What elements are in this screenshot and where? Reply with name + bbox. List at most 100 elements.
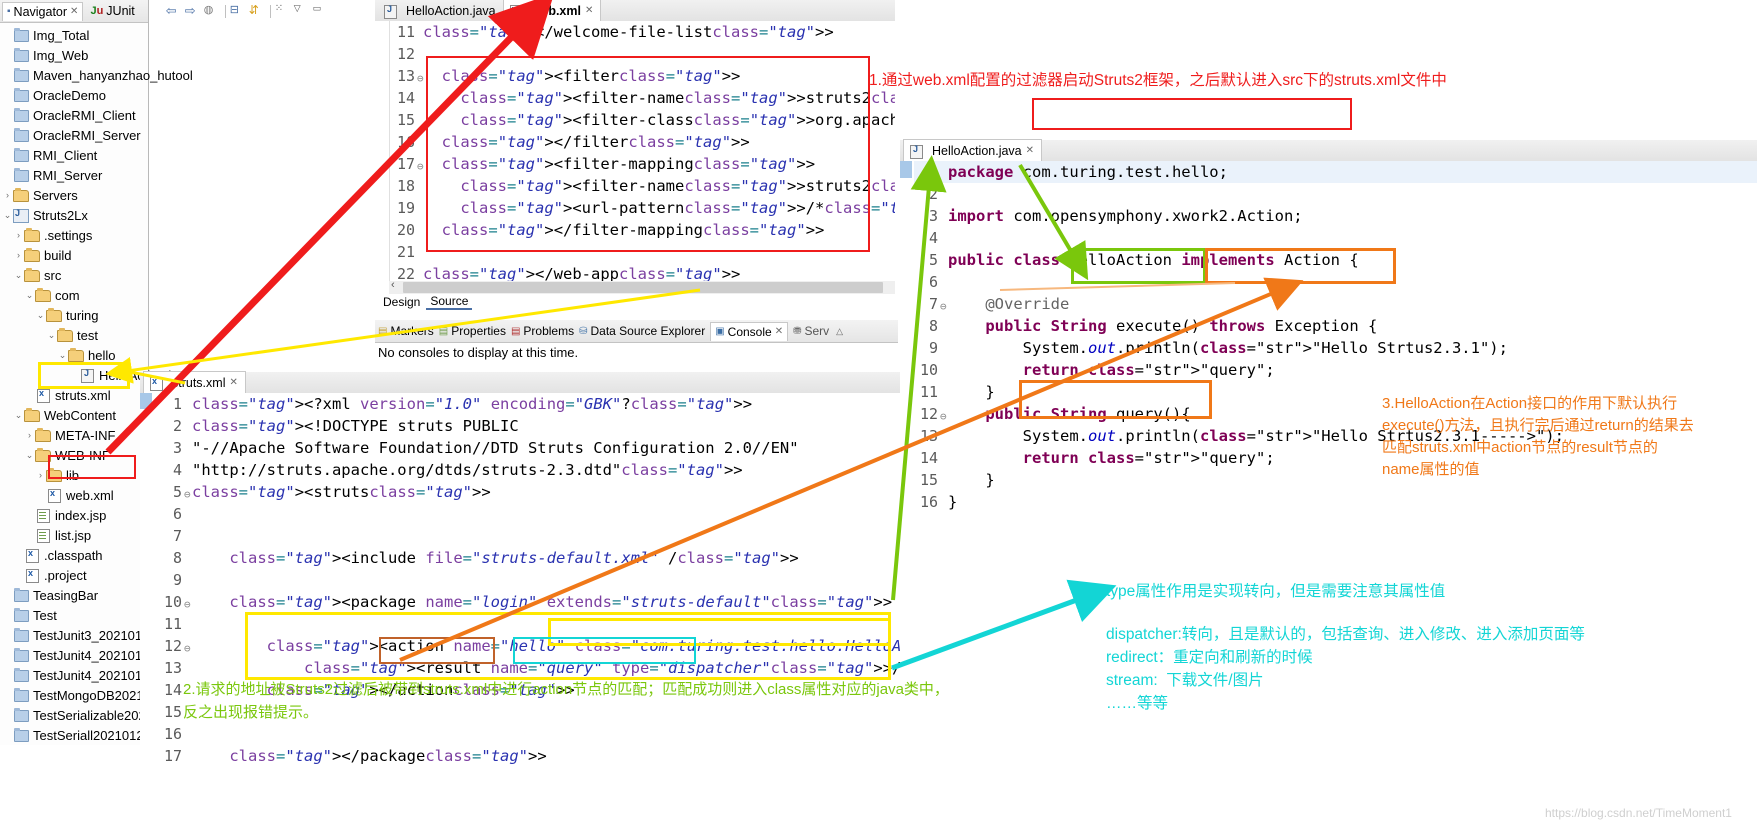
tree-item-list-jsp[interactable]: list.jsp bbox=[0, 525, 148, 545]
line-number: 13 bbox=[919, 427, 938, 445]
tree-item-webcontent[interactable]: ⌄ WebContent bbox=[0, 405, 148, 425]
expand-arrow-icon[interactable]: ⌄ bbox=[57, 350, 68, 361]
fold-toggle-icon[interactable]: ⊖ bbox=[184, 638, 191, 660]
close-icon[interactable]: ✕ bbox=[585, 5, 593, 16]
tree-item-com[interactable]: ⌄ com bbox=[0, 285, 148, 305]
folder-icon bbox=[13, 628, 29, 642]
fold-toggle-icon[interactable]: ⊖ bbox=[184, 484, 191, 506]
junit-icon: Ju bbox=[90, 5, 104, 17]
fold-toggle-icon[interactable]: ⊖ bbox=[940, 296, 947, 318]
code-text: class="tag"><include file="struts-defaul… bbox=[229, 549, 799, 567]
expand-arrow-icon[interactable]: › bbox=[13, 250, 24, 260]
tab-markers[interactable]: ▤ Markers bbox=[378, 324, 434, 338]
result-type-attr-box bbox=[513, 637, 696, 664]
view-menu-icon[interactable]: ⁙ bbox=[275, 3, 292, 19]
collapse-all-icon[interactable]: ⊟ bbox=[230, 3, 247, 19]
expand-arrow-icon[interactable]: ⌄ bbox=[13, 270, 24, 281]
fold-toggle-icon[interactable]: ⊖ bbox=[940, 406, 947, 428]
note-3-line2: execute()方法，且执行完后通过return的结果去 bbox=[1382, 417, 1694, 434]
tree-item-testmongodb2021[interactable]: TestMongoDB2021 bbox=[0, 685, 148, 705]
tab-console[interactable]: ▣ Console ✕ bbox=[710, 321, 789, 341]
tree-item--settings[interactable]: › .settings bbox=[0, 225, 148, 245]
tab-web-xml[interactable]: web.xml ✕ bbox=[502, 0, 602, 22]
tab-source[interactable]: Source bbox=[426, 294, 473, 310]
line-number: 14 bbox=[919, 449, 938, 467]
note-5-line4: ……等等 bbox=[1106, 695, 1169, 712]
tab-navigator[interactable]: ▪ Navigator ✕ bbox=[2, 1, 84, 21]
webxml-hscrollbar[interactable]: ‹ bbox=[389, 279, 895, 294]
tree-item--classpath[interactable]: .classpath bbox=[0, 545, 148, 565]
tree-item-oraclermi-server[interactable]: OracleRMI_Server bbox=[0, 125, 148, 145]
tree-item-img-web[interactable]: Img_Web bbox=[0, 45, 148, 65]
forward-arrow-icon[interactable]: ⇨ bbox=[185, 3, 202, 19]
expand-arrow-icon[interactable]: ⌄ bbox=[35, 310, 46, 321]
jsp-file-icon bbox=[35, 528, 51, 543]
tree-item-teasingbar[interactable]: TeasingBar bbox=[0, 585, 148, 605]
expand-arrow-icon[interactable]: ⌄ bbox=[13, 410, 24, 421]
tree-item-rmi-client[interactable]: RMI_Client bbox=[0, 145, 148, 165]
line-number: 11 bbox=[396, 23, 415, 41]
tab-problems-label: Problems bbox=[523, 324, 575, 338]
expand-arrow-icon[interactable]: › bbox=[24, 430, 35, 440]
tab-design[interactable]: Design bbox=[379, 295, 424, 309]
view-restore-icon[interactable]: △ bbox=[836, 326, 843, 337]
expand-arrow-icon[interactable]: › bbox=[35, 470, 46, 480]
link-icon[interactable]: ⇵ bbox=[249, 3, 266, 19]
tree-item-index-jsp[interactable]: index.jsp bbox=[0, 505, 148, 525]
tab-servers[interactable]: ⛃ Serv bbox=[793, 324, 829, 338]
tab-data-source-explorer[interactable]: ⛁ Data Source Explorer bbox=[579, 324, 705, 338]
tree-item-servers[interactable]: › Servers bbox=[0, 185, 148, 205]
tree-item-testseriall2021012[interactable]: TestSeriall2021012 bbox=[0, 725, 148, 745]
tree-item-testserializable202[interactable]: TestSerializable202 bbox=[0, 705, 148, 725]
close-icon[interactable]: ✕ bbox=[1026, 145, 1034, 156]
link-with-editor-icon[interactable]: ◍ bbox=[204, 3, 221, 19]
tab-properties[interactable]: ▤ Properties bbox=[439, 324, 506, 338]
line-number: 20 bbox=[396, 221, 415, 239]
expand-arrow-icon[interactable]: › bbox=[2, 190, 13, 200]
close-icon[interactable]: ✕ bbox=[229, 377, 237, 388]
tree-item-oracledemo[interactable]: OracleDemo bbox=[0, 85, 148, 105]
tree-item-testjunit4-2021012[interactable]: TestJunit4_2021012 bbox=[0, 645, 149, 665]
minimize-icon[interactable]: ▽ bbox=[294, 3, 311, 19]
maximize-icon[interactable]: ▭ bbox=[313, 3, 330, 19]
open-folder-icon bbox=[24, 268, 40, 282]
tree-item-web-xml[interactable]: web.xml bbox=[0, 485, 148, 505]
tree-item-rmi-server[interactable]: RMI_Server bbox=[0, 165, 148, 185]
back-arrow-icon[interactable]: ⇦ bbox=[166, 3, 183, 19]
expand-arrow-icon[interactable]: ⌄ bbox=[46, 330, 57, 341]
line-number: 16 bbox=[163, 725, 182, 743]
line-number: 2 bbox=[172, 417, 182, 435]
fold-toggle-icon[interactable]: ⊖ bbox=[184, 594, 191, 616]
tab-struts-xml[interactable]: struts.xml ✕ bbox=[143, 371, 246, 394]
tree-item-struts2lx[interactable]: ⌄ Struts2Lx bbox=[0, 205, 148, 225]
webxml-bottom-tabs[interactable]: Design Source bbox=[375, 294, 899, 310]
tree-item-turing[interactable]: ⌄ turing bbox=[0, 305, 148, 325]
tab-properties-label: Properties bbox=[451, 324, 506, 338]
tab-junit-label: JUnit bbox=[106, 4, 135, 18]
expand-arrow-icon[interactable]: › bbox=[13, 230, 24, 240]
expand-arrow-icon[interactable]: ⌄ bbox=[2, 210, 13, 221]
expand-arrow-icon[interactable]: ⌄ bbox=[24, 290, 35, 301]
tree-item-build[interactable]: › build bbox=[0, 245, 148, 265]
expand-arrow-icon[interactable]: ⌄ bbox=[24, 450, 35, 461]
tab-helloaction-java[interactable]: HelloAction.java bbox=[378, 0, 503, 21]
tree-item-maven-hanyanzhao-hutool[interactable]: Maven_hanyanzhao_hutool bbox=[0, 65, 193, 85]
tree-item-img-total[interactable]: Img_Total bbox=[0, 25, 148, 45]
tree-item-src[interactable]: ⌄ src bbox=[0, 265, 148, 285]
tree-item-test[interactable]: Test bbox=[0, 605, 148, 625]
close-icon[interactable]: ✕ bbox=[70, 6, 78, 17]
tree-item-oraclermi-client[interactable]: OracleRMI_Client bbox=[0, 105, 148, 125]
tab-helloaction-java-right[interactable]: HelloAction.java ✕ bbox=[903, 139, 1043, 162]
close-icon[interactable]: ✕ bbox=[775, 326, 783, 337]
webxml-tree-highlight-box bbox=[48, 455, 136, 479]
tab-problems[interactable]: ▤ Problems bbox=[511, 324, 574, 338]
tree-item--project[interactable]: .project bbox=[0, 565, 148, 585]
tree-item-meta-inf[interactable]: › META-INF bbox=[0, 425, 148, 445]
tab-junit[interactable]: Ju JUnit bbox=[86, 2, 138, 20]
tree-item-label: OracleRMI_Server bbox=[33, 127, 141, 143]
open-folder-icon bbox=[46, 308, 62, 322]
navigator-tree[interactable]: Img_Total Img_Web Maven_hanyanzhao_hutool O… bbox=[0, 23, 193, 765]
tree-item-test[interactable]: ⌄ test bbox=[0, 325, 148, 345]
tree-item-testjunit4-2021012[interactable]: TestJunit4_2021012 bbox=[0, 665, 149, 685]
tree-item-testjunit3-2021012[interactable]: TestJunit3_2021012 bbox=[0, 625, 149, 645]
